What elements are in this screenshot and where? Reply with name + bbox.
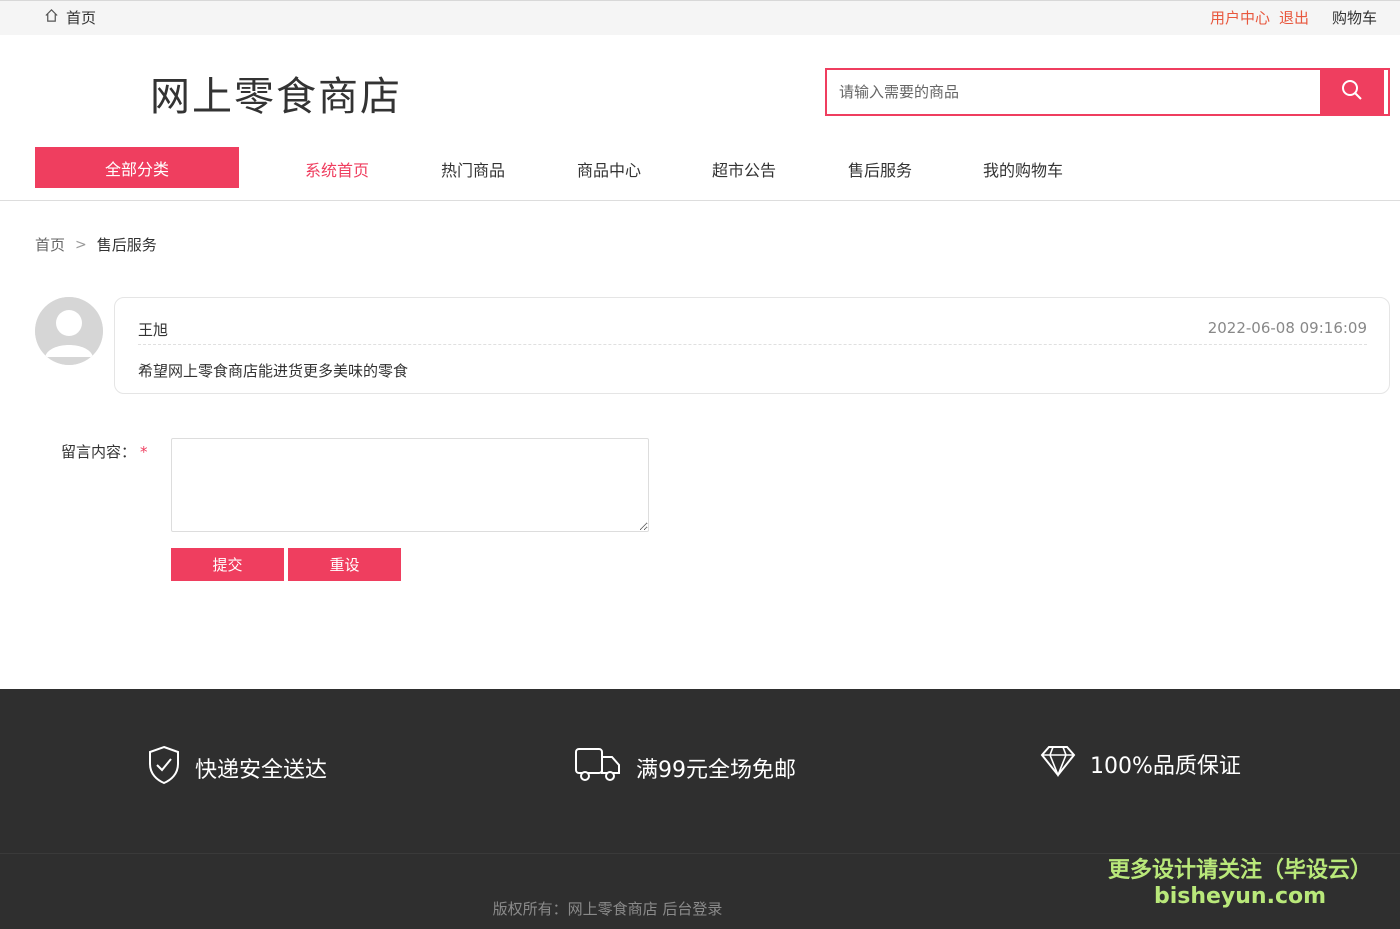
nav-item-home[interactable]: 系统首页 xyxy=(305,157,369,181)
feature-quality-guarantee: 100%品质保证 xyxy=(1040,745,1241,783)
feature-free-shipping: 满99元全场免邮 xyxy=(574,745,796,791)
avatar xyxy=(35,297,103,365)
footer: 快递安全送达 满99元全场免邮 100%品质保证 版权所有：网上零食商店 后台登… xyxy=(0,689,1400,929)
top-cart-link[interactable]: 购物车 xyxy=(1332,7,1377,28)
message-card: 王旭 2022-06-08 09:16:09 希望网上零食商店能进货更多美味的零… xyxy=(114,297,1390,394)
search-icon xyxy=(1341,79,1363,105)
search-input[interactable] xyxy=(827,70,1321,114)
nav-item-announcements[interactable]: 超市公告 xyxy=(712,157,776,181)
breadcrumb-separator: > xyxy=(75,236,87,253)
message-textarea[interactable] xyxy=(171,438,649,532)
search-button[interactable] xyxy=(1320,70,1384,114)
message-label-text: 留言内容： xyxy=(61,443,137,461)
feature-quality-guarantee-label: 100%品质保证 xyxy=(1090,754,1241,779)
feature-safe-delivery-label: 快递安全送达 xyxy=(195,758,328,783)
nav-item-product-center[interactable]: 商品中心 xyxy=(577,157,641,181)
watermark-line2: bisheyun.com xyxy=(1153,884,1327,909)
nav-item-hot-products[interactable]: 热门商品 xyxy=(441,157,505,181)
feature-safe-delivery: 快递安全送达 xyxy=(147,745,327,791)
watermark: 更多设计请关注（毕设云） bisheyun.com xyxy=(1108,852,1372,909)
logout-link[interactable]: 退出 xyxy=(1279,7,1309,28)
submit-button[interactable]: 提交 xyxy=(171,548,284,581)
required-mark: * xyxy=(140,443,148,461)
message-content: 希望网上零食商店能进货更多美味的零食 xyxy=(138,362,409,380)
feature-free-shipping-label: 满99元全场免邮 xyxy=(636,758,796,783)
user-avatar-icon xyxy=(35,297,103,365)
message-divider xyxy=(138,344,1367,345)
shield-check-icon xyxy=(147,745,181,791)
reset-button[interactable]: 重设 xyxy=(288,548,401,581)
breadcrumb-home[interactable]: 首页 xyxy=(35,234,65,255)
truck-icon xyxy=(574,745,622,791)
admin-login-link[interactable]: 后台登录 xyxy=(662,900,722,918)
top-home-link[interactable]: 首页 xyxy=(44,7,96,28)
search-box xyxy=(825,68,1390,116)
message-author: 王旭 xyxy=(138,321,169,339)
message-form-label: 留言内容： * xyxy=(61,441,148,462)
site-logo[interactable]: 网上零食商店 xyxy=(150,64,402,122)
nav-item-my-cart[interactable]: 我的购物车 xyxy=(983,157,1063,181)
top-bar: 首页 用户中心 退出 购物车 xyxy=(0,0,1400,35)
all-categories-button[interactable]: 全部分类 xyxy=(35,147,239,188)
top-home-label: 首页 xyxy=(66,9,97,27)
top-user-links: 用户中心 退出 购物车 xyxy=(1210,7,1377,28)
breadcrumb-current: 售后服务 xyxy=(96,236,157,254)
nav-item-after-sales[interactable]: 售后服务 xyxy=(848,157,912,181)
diamond-icon xyxy=(1040,745,1076,783)
user-center-link[interactable]: 用户中心 xyxy=(1210,7,1270,28)
breadcrumb: 首页 > 售后服务 xyxy=(35,234,157,255)
main-nav: 全部分类 系统首页 热门商品 商品中心 超市公告 售后服务 我的购物车 xyxy=(0,147,1400,201)
message-time: 2022-06-08 09:16:09 xyxy=(1207,319,1367,337)
watermark-line1: 更多设计请关注（毕设云） xyxy=(1107,858,1372,883)
copyright-text: 版权所有：网上零食商店 xyxy=(492,900,658,918)
home-icon xyxy=(44,8,59,27)
